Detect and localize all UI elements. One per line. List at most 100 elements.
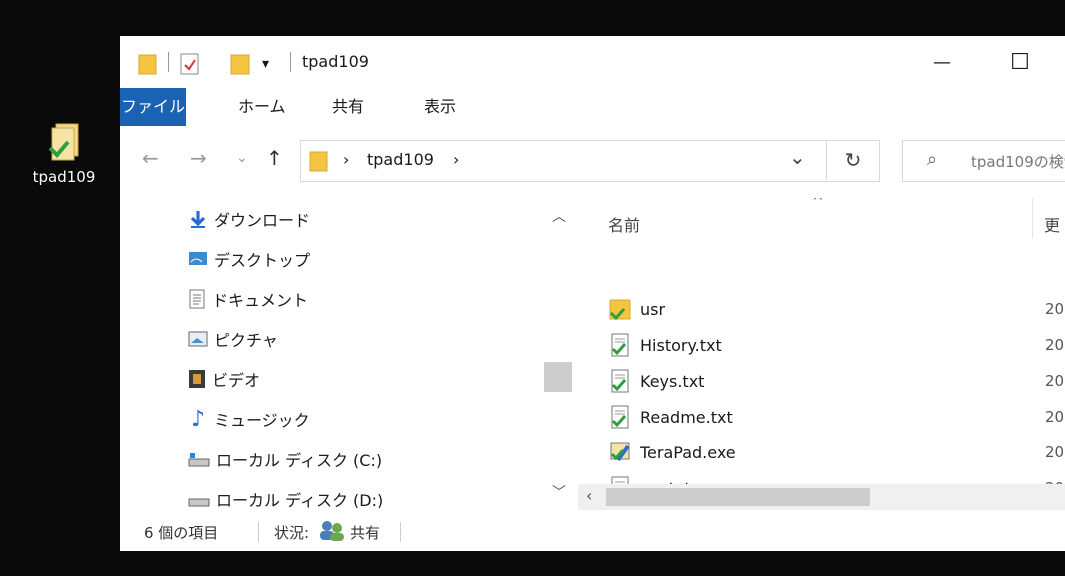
- qa-separator: [290, 52, 291, 72]
- desktop-icon-tpad109[interactable]: tpad109: [28, 118, 100, 186]
- folder-shared-icon: [608, 297, 632, 321]
- minimize-icon: —: [933, 51, 951, 73]
- title-bar: ▾ tpad109 — ☐: [120, 36, 1065, 88]
- tab-view[interactable]: 表示: [410, 88, 470, 126]
- file-name: Keys.txt: [640, 371, 705, 391]
- tab-home[interactable]: ホーム: [224, 88, 300, 126]
- column-header-name[interactable]: 名前: [608, 212, 640, 236]
- folder-icon: [309, 150, 329, 172]
- nav-item-label: デスクトップ: [214, 251, 311, 270]
- tab-share[interactable]: 共有: [318, 88, 378, 126]
- file-name: usr: [640, 299, 666, 319]
- video-icon: [188, 369, 206, 389]
- nav-pane-scrollbar[interactable]: ︿ ﹀: [540, 198, 576, 508]
- column-header-date[interactable]: 更: [1044, 212, 1060, 236]
- address-dropdown-icon[interactable]: ⌄: [789, 145, 806, 169]
- list-item[interactable]: usr: [608, 294, 665, 324]
- back-arrow-icon[interactable]: ←: [142, 146, 159, 170]
- qa-separator: [168, 52, 169, 72]
- navigation-pane: ダウンロード デスクトップ ドキュメント ピクチャ ビデオ ♪ ミュージック ロ…: [120, 198, 576, 508]
- file-name: TeraPad.exe: [640, 442, 736, 462]
- properties-icon[interactable]: [180, 52, 200, 76]
- address-row: ← → ⌄ ↑ › tpad109 › ⌄ ↻ ⌕ tpad109の検索: [120, 128, 1065, 198]
- scroll-left-icon[interactable]: ‹: [586, 486, 592, 505]
- status-bar: 6 個の項目 状況: 共有: [120, 514, 1065, 551]
- terapad-exe-icon: [608, 440, 632, 464]
- folder-icon: [138, 52, 158, 76]
- quick-access-dropdown[interactable]: ▾: [262, 52, 269, 76]
- search-box[interactable]: ⌕ tpad109の検索: [902, 140, 1065, 182]
- list-item[interactable]: Readme.txt: [608, 402, 733, 432]
- sort-arrow-icon: ^: [812, 198, 824, 210]
- nav-item-desktop[interactable]: デスクトップ: [188, 244, 310, 274]
- maximize-icon: ☐: [1010, 49, 1030, 75]
- search-icon: ⌕: [927, 149, 938, 170]
- file-list-pane: ^ 名前 更 usr 20 History.txt 20 Keys.txt 20: [578, 198, 1065, 513]
- window-title: tpad109: [302, 52, 369, 71]
- list-item[interactable]: Keys.txt: [608, 366, 704, 396]
- breadcrumb-separator[interactable]: ›: [343, 150, 349, 169]
- nav-item-drive-d[interactable]: ローカル ディスク (D:): [188, 484, 383, 508]
- maximize-button[interactable]: ☐: [990, 36, 1050, 88]
- file-name: History.txt: [640, 335, 722, 355]
- ribbon-tabs: ファイル ホーム 共有 表示: [120, 88, 1065, 128]
- text-file-icon: [608, 369, 632, 393]
- breadcrumb-tpad109[interactable]: tpad109: [367, 150, 434, 169]
- file-date: 20: [1045, 372, 1065, 390]
- document-icon: [188, 289, 206, 309]
- list-item[interactable]: TeraPad.exe: [608, 437, 736, 467]
- scrollbar-thumb[interactable]: [544, 362, 572, 392]
- list-item[interactable]: History.txt: [608, 330, 722, 360]
- desktop-icon: [188, 250, 208, 268]
- drive-icon: [188, 490, 210, 508]
- nav-item-label: ローカル ディスク (C:): [216, 451, 383, 470]
- file-date: 20: [1045, 300, 1065, 318]
- nav-item-label: ローカル ディスク (D:): [216, 491, 384, 508]
- scrollbar-thumb[interactable]: [606, 488, 870, 506]
- nav-item-label: ビデオ: [212, 371, 261, 390]
- forward-arrow-icon[interactable]: →: [190, 146, 207, 170]
- nav-item-label: ダウンロード: [214, 211, 311, 230]
- refresh-button[interactable]: ↻: [826, 140, 879, 180]
- file-date: 20: [1045, 336, 1065, 354]
- recent-locations-chevron-icon[interactable]: ⌄: [236, 150, 248, 166]
- address-bar[interactable]: › tpad109 › ⌄: [300, 140, 880, 182]
- tab-file[interactable]: ファイル: [120, 88, 186, 126]
- nav-item-drive-c[interactable]: ローカル ディスク (C:): [188, 444, 382, 474]
- nav-item-documents[interactable]: ドキュメント: [188, 284, 308, 314]
- shared-users-icon: [318, 520, 346, 542]
- up-arrow-icon[interactable]: ↑: [266, 146, 283, 170]
- refresh-icon: ↻: [844, 148, 862, 172]
- search-input[interactable]: tpad109の検索: [971, 151, 1065, 172]
- text-file-icon: [608, 405, 632, 429]
- nav-item-label: ミュージック: [214, 411, 310, 430]
- column-divider[interactable]: [1032, 198, 1033, 238]
- item-count: 6 個の項目: [144, 524, 219, 542]
- status-value: 共有: [350, 524, 381, 542]
- nav-item-pictures[interactable]: ピクチャ: [188, 324, 278, 354]
- drive-icon: [188, 450, 210, 468]
- status-separator: [258, 522, 259, 542]
- file-date: 20: [1045, 443, 1065, 461]
- nav-item-label: ピクチャ: [214, 331, 278, 350]
- nav-item-music[interactable]: ♪ ミュージック: [188, 404, 310, 434]
- explorer-window: ▾ tpad109 — ☐ ファイル ホーム 共有 表示 ← → ⌄ ↑ › t…: [120, 36, 1065, 551]
- file-date: 20: [1045, 408, 1065, 426]
- file-name: Readme.txt: [640, 407, 733, 427]
- status-separator: [400, 522, 401, 542]
- new-folder-icon[interactable]: [230, 52, 252, 76]
- folder-shared-icon: [46, 118, 82, 162]
- nav-item-downloads[interactable]: ダウンロード: [188, 204, 310, 234]
- music-icon: ♪: [190, 406, 206, 432]
- file-list-horizontal-scrollbar[interactable]: ‹: [578, 484, 1065, 510]
- desktop-icon-label: tpad109: [32, 168, 96, 186]
- pictures-icon: [188, 330, 208, 348]
- chevron-down-icon: ▾: [262, 56, 270, 72]
- scroll-down-icon[interactable]: ﹀: [552, 482, 566, 502]
- download-icon: [188, 209, 208, 229]
- nav-item-videos[interactable]: ビデオ: [188, 364, 260, 394]
- minimize-button[interactable]: —: [912, 36, 972, 88]
- scroll-up-icon[interactable]: ︿: [552, 206, 566, 226]
- breadcrumb-separator[interactable]: ›: [453, 150, 459, 169]
- status-label: 状況:: [274, 524, 310, 542]
